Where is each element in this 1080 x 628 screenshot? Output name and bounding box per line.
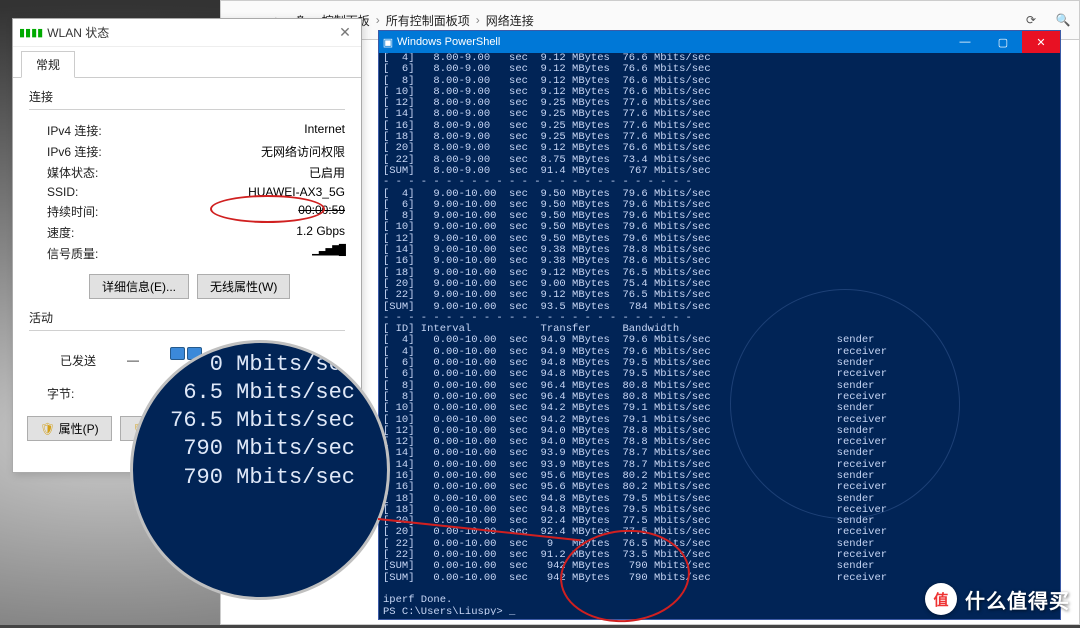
signal-label: 信号质量:	[47, 245, 98, 262]
speed-value: 1.2 Gbps	[296, 224, 345, 241]
bytes-label: 字节:	[47, 385, 74, 402]
ps-icon: ▣	[379, 36, 397, 49]
tab-general[interactable]: 常规	[21, 51, 75, 78]
ipv4-value: Internet	[304, 122, 345, 139]
ipv6-value: 无网络访问权限	[261, 143, 345, 160]
group-activity: 活动	[29, 309, 345, 326]
ssid-label: SSID:	[47, 185, 78, 199]
ps-min-button[interactable]: —	[946, 31, 984, 53]
wireless-props-button[interactable]: 无线属性(W)	[197, 274, 290, 299]
details-button[interactable]: 详细信息(E)...	[89, 274, 189, 299]
ps-max-button[interactable]: ▢	[984, 31, 1022, 53]
wifi-icon: ▮▮▮▮	[19, 26, 43, 39]
zoom-circle: 0 Mbits/sec 6.5 Mbits/sec 76.5 Mbits/sec…	[130, 340, 390, 600]
ipv4-label: IPv4 连接:	[47, 122, 102, 139]
watermark-text: 什么值得买	[965, 585, 1070, 614]
ps-title: Windows PowerShell	[397, 36, 946, 48]
signal-bars-icon: ▁▃▅▇█	[312, 245, 345, 262]
sent-label: 已发送	[60, 352, 96, 369]
watermark: 值 什么值得买	[925, 583, 1070, 615]
ps-close-button[interactable]: ✕	[1022, 31, 1060, 53]
ps-titlebar[interactable]: ▣ Windows PowerShell — ▢ ✕	[379, 31, 1060, 53]
properties-button[interactable]: 🛡 属性(P)	[27, 416, 112, 441]
duration-label: 持续时间:	[47, 203, 98, 220]
powershell-window: ▣ Windows PowerShell — ▢ ✕ [ 4] 8.00-9.0…	[378, 30, 1061, 620]
group-connection: 连接	[29, 88, 345, 105]
ps-output[interactable]: [ 4] 8.00-9.00 sec 9.12 MBytes 76.6 Mbit…	[383, 53, 1056, 615]
breadcrumb[interactable]: ⚙ › 控制面板 › 所有控制面板项 › 网络连接	[291, 12, 1015, 29]
duration-value: 00:00:59	[298, 203, 345, 220]
media-value: 已启用	[309, 164, 345, 181]
ssid-value: HUAWEI-AX3_5G	[248, 185, 345, 199]
media-label: 媒体状态:	[47, 164, 98, 181]
speed-label: 速度:	[47, 224, 74, 241]
wlan-title: WLAN 状态	[47, 24, 335, 41]
ipv6-label: IPv6 连接:	[47, 143, 102, 160]
wlan-close-icon[interactable]: ✕	[335, 24, 355, 41]
watermark-icon: 值	[925, 583, 957, 615]
